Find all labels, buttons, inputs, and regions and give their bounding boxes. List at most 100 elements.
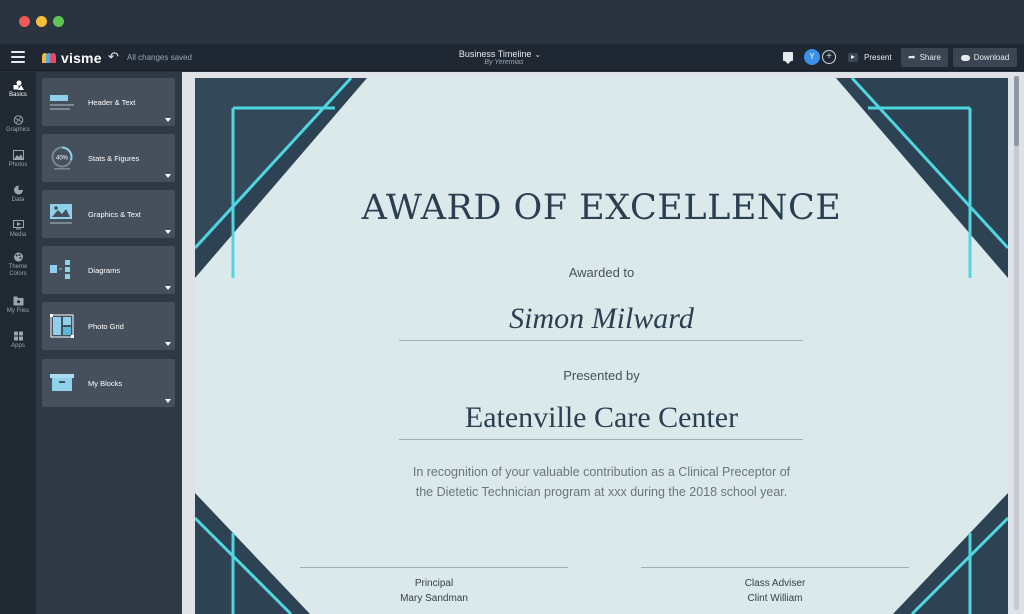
signature-name[interactable]: Mary Sandman [300,593,568,604]
visme-logo[interactable]: visme [42,49,102,67]
signature-role[interactable]: Class Adviser [641,578,909,589]
organization-underline [399,439,803,440]
chevron-down-icon[interactable] [165,399,171,403]
rail-label-2: Colors [9,271,27,277]
rail-label: Data [11,197,25,203]
image-text-icon [50,204,72,224]
rail-label: Apps [11,343,25,349]
organization-name[interactable]: Eatenville Care Center [195,401,1008,435]
visme-logo-mark-icon [42,52,58,64]
share-label: Share [919,53,941,62]
blocks-icon [50,374,74,391]
share-arrow-icon: ➦ [908,52,916,62]
body-line: In recognition of your valuable contribu… [412,465,791,479]
block-card-stats-figures[interactable]: 40% Stats & Figures [42,134,175,182]
rail-label: Graphics [5,127,30,133]
body-line: the Dietetic Technician program at xxx d… [415,485,788,499]
pie-chart-icon [13,185,23,195]
chevron-down-icon[interactable] [165,230,171,234]
present-label: Present [864,53,892,62]
rail-item-theme-colors[interactable]: Theme Colors [0,252,36,278]
hamburger-icon[interactable] [11,51,25,63]
block-card-label: My Blocks [88,379,123,388]
chevron-down-icon[interactable] [165,118,171,122]
rail-item-my-files[interactable]: My Files [0,296,36,315]
minimize-window-button[interactable] [36,16,47,27]
chevron-down-icon[interactable] [165,286,171,290]
block-card-photo-grid[interactable]: Photo Grid [42,302,175,350]
block-card-my-blocks[interactable]: My Blocks [42,359,175,407]
certificate-body[interactable]: In recognition of your valuable contribu… [195,462,1008,502]
share-button[interactable]: ➦ Share [901,48,948,67]
corner-decorations [195,78,1008,614]
rail-label: Photos [8,162,28,168]
cloud-download-icon [960,54,970,61]
left-rail: Basics Graphics Photos Data Media Theme … [0,72,36,614]
palette-icon [13,252,23,262]
chevron-down-icon[interactable] [165,342,171,346]
rail-item-data[interactable]: Data [0,185,36,204]
logo-text: visme [61,50,102,66]
play-icon [848,53,858,62]
diagram-icon [50,260,70,279]
recipient-underline [399,340,803,341]
signature-role[interactable]: Principal [300,578,568,589]
certificate-title[interactable]: AWARD OF EXCELLENCE [195,188,1008,228]
shapes-icon [13,80,24,90]
block-card-label: Header & Text [88,98,136,107]
signature-line-right [641,567,909,568]
blocks-panel: Header & Text 40% Stats & Figures Graphi… [36,72,182,614]
rail-label: Basics [9,92,27,98]
recipient-name[interactable]: Simon Milward [195,302,1008,336]
rail-label: Media [9,232,27,238]
avatar[interactable]: Y [804,49,820,65]
rail-item-basics[interactable]: Basics [0,80,36,99]
rail-label: My Files [6,308,30,314]
save-status: All changes saved [127,53,192,62]
app-window: visme ↶ All changes saved Business Timel… [0,0,1024,614]
block-card-graphics-text[interactable]: Graphics & Text [42,190,175,238]
photo-icon [12,150,24,160]
comment-icon[interactable] [783,52,793,64]
rail-item-photos[interactable]: Photos [0,150,36,169]
certificate-slide[interactable]: AWARD OF EXCELLENCE Awarded to Simon Mil… [195,78,1008,614]
rail-label: Theme [8,264,28,270]
rail-item-graphics[interactable]: Graphics [0,115,36,134]
close-window-button[interactable] [19,16,30,27]
block-card-label: Graphics & Text [88,210,141,219]
header-text-icon [50,95,74,110]
stats-badge: 40% [56,156,69,162]
presented-by-label[interactable]: Presented by [195,368,1008,383]
block-card-label: Diagrams [88,266,121,275]
folder-icon [13,296,23,306]
block-card-label: Photo Grid [88,322,124,331]
graphics-icon [13,115,23,125]
photo-grid-icon [50,314,74,338]
canvas-scrollbar[interactable] [1014,76,1019,610]
undo-icon[interactable]: ↶ [108,50,119,64]
add-collaborator-button[interactable]: + [822,50,836,64]
block-card-diagrams[interactable]: Diagrams [42,246,175,294]
media-icon [12,220,24,230]
scrollbar-thumb[interactable] [1014,76,1019,146]
zoom-window-button[interactable] [53,16,64,27]
apps-icon [13,331,23,341]
present-button[interactable]: Present [844,48,898,67]
editor-toolbar: visme ↶ All changes saved Business Timel… [0,44,1024,71]
block-card-label: Stats & Figures [88,154,140,163]
signature-line-left [300,567,568,568]
document-title-text: Business Timeline [458,49,532,59]
rail-item-apps[interactable]: Apps [0,331,36,350]
download-button[interactable]: Download [953,48,1017,67]
chevron-down-icon[interactable] [165,174,171,178]
signature-name[interactable]: Clint William [641,593,909,604]
rail-item-media[interactable]: Media [0,220,36,239]
window-titlebar [0,0,1024,44]
download-label: Download [973,53,1010,62]
awarded-to-label[interactable]: Awarded to [195,265,1008,280]
document-title[interactable]: Business Timeline ⌄ [440,49,560,59]
block-card-header-text[interactable]: Header & Text [42,78,175,126]
document-author: By Yeremias [484,59,524,66]
stats-icon: 40% [51,146,73,170]
chevron-down-icon: ⌄ [534,50,542,59]
